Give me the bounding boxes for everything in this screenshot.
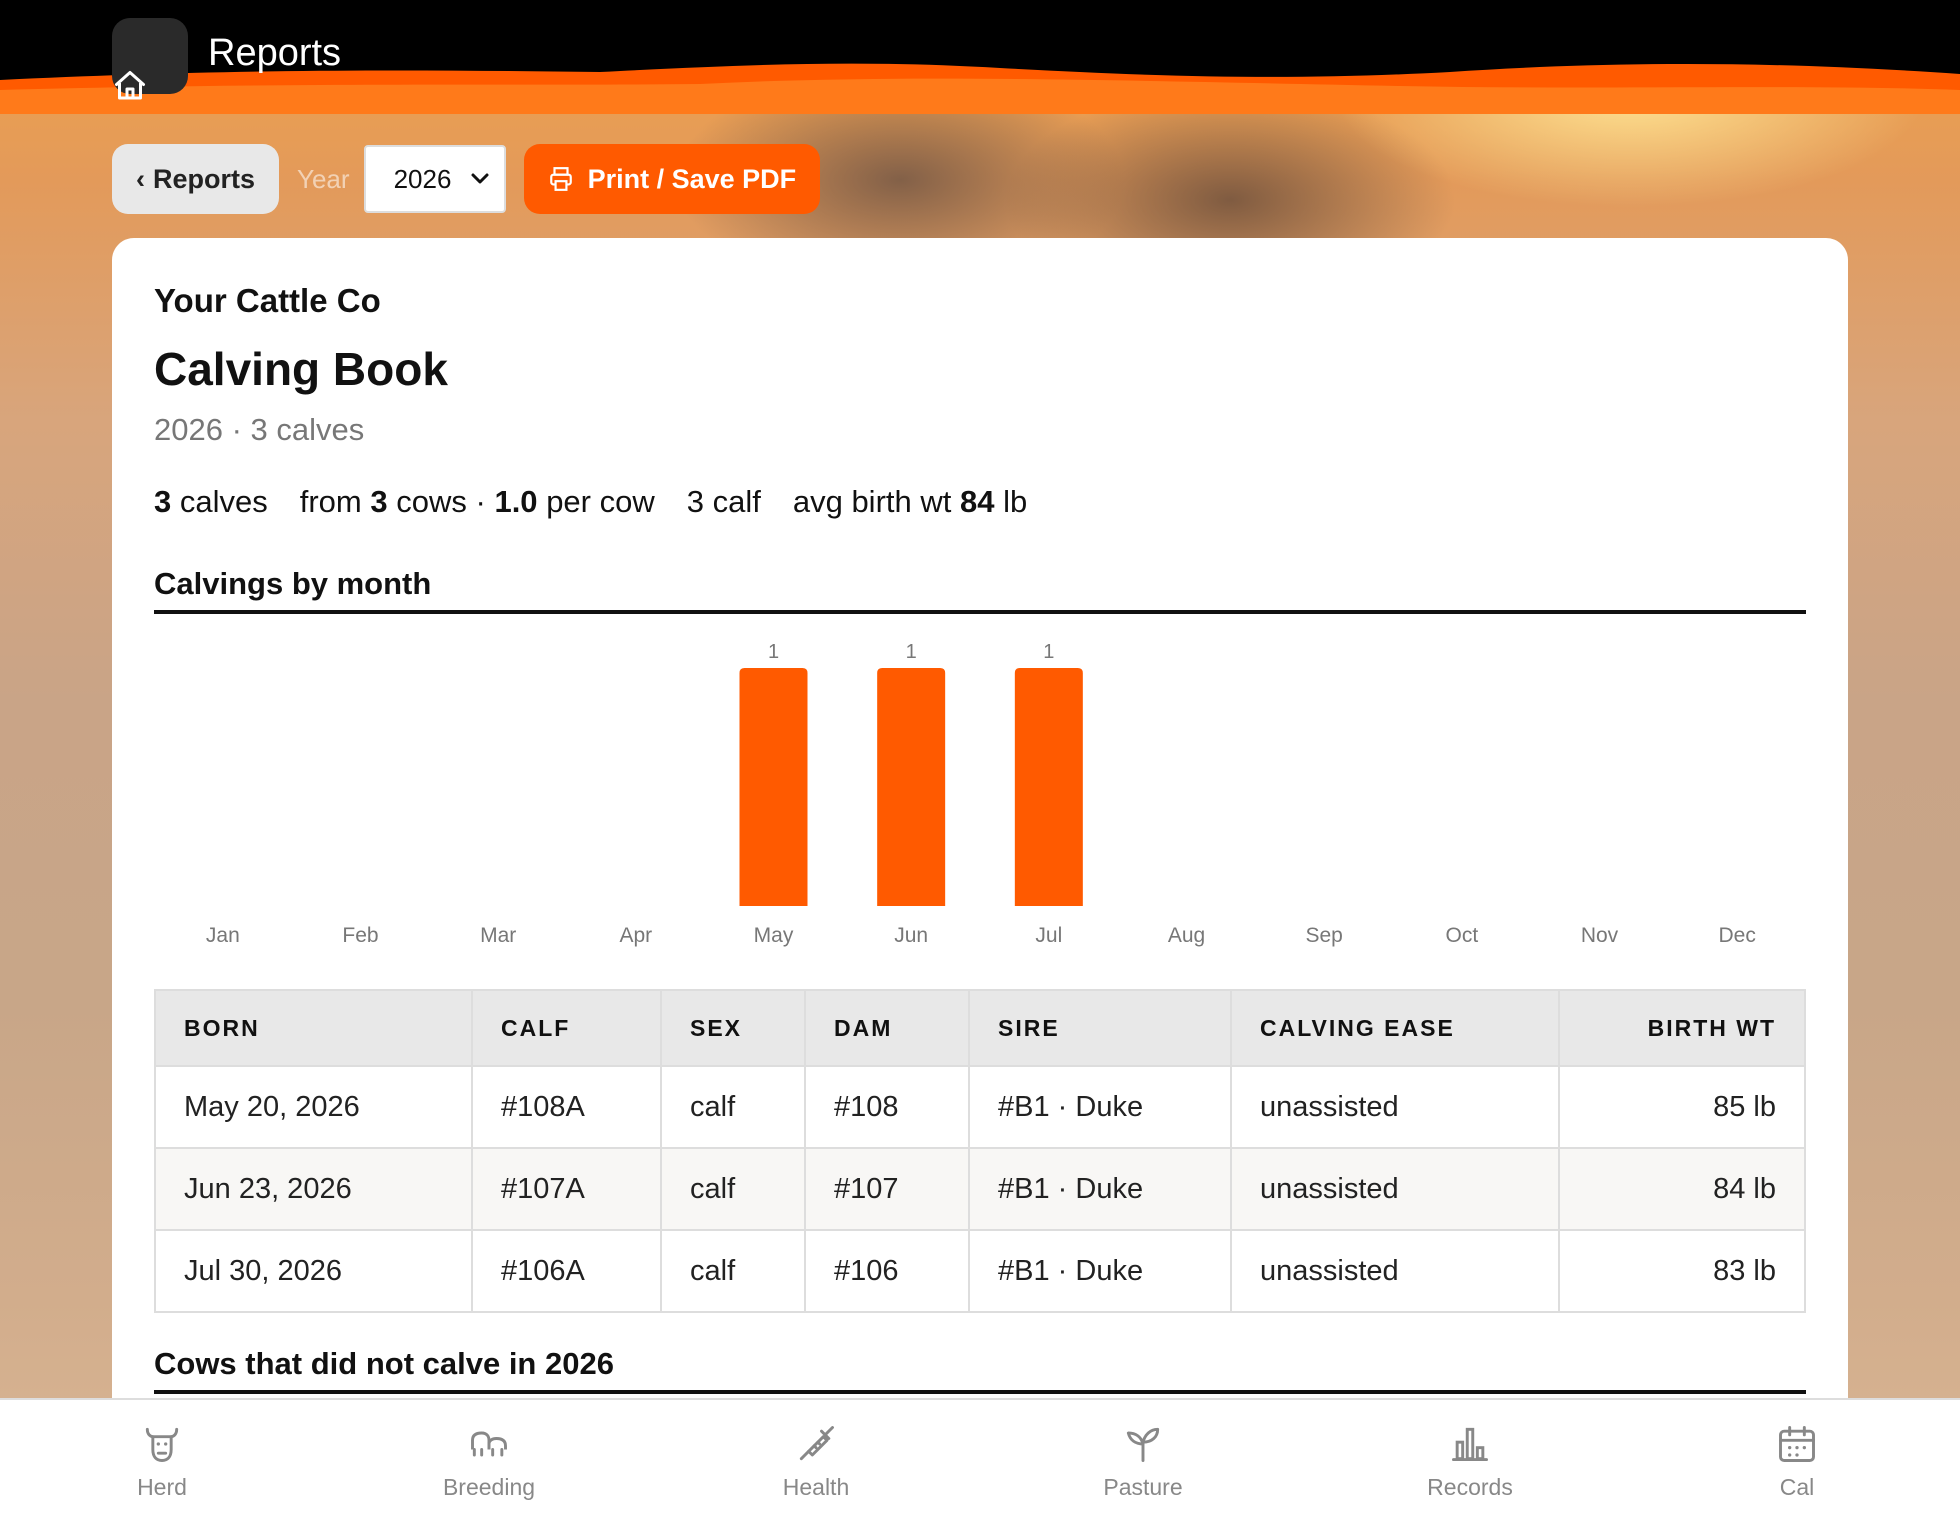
cell-calving-ease: unassisted: [1230, 1065, 1560, 1149]
cell-birth-wt: 84 lb: [1558, 1147, 1806, 1231]
calvings-by-month-chart: Jan Feb Mar Apr 1 May 1 Jun 1 Jul Aug Sep Oct Nov Dec: [206, 641, 1756, 947]
col-dam: DAM: [804, 989, 970, 1067]
nav-calendar[interactable]: Cal: [1717, 1422, 1877, 1501]
bar-jun: [877, 668, 946, 906]
cell-sire: #B1 · Duke: [968, 1229, 1232, 1313]
table-row[interactable]: May 20, 2026 #108A calf #108 #B1 · Duke …: [154, 1065, 1806, 1149]
table-header-row: BORN CALF SEX DAM SIRE CALVING EASE BIRT…: [154, 989, 1806, 1067]
x-tick-label: Feb: [342, 924, 378, 947]
x-tick-label: Aug: [1168, 924, 1205, 947]
x-tick-label: Nov: [1581, 924, 1619, 947]
stat-from-cows: from 3 cows · 1.0 per cow: [299, 484, 655, 519]
page-title: Reports: [208, 32, 342, 74]
calendar-icon: [1779, 1426, 1815, 1462]
home-button[interactable]: [112, 18, 188, 100]
nav-label: Herd: [137, 1474, 187, 1500]
year-select-value: 2026: [393, 163, 452, 194]
printer-icon: [549, 167, 572, 191]
x-tick-label: Mar: [480, 924, 516, 947]
chevron-down-icon: [471, 173, 489, 184]
home-icon: [115, 71, 145, 100]
report-subtitle: 2026 · 3 calves: [154, 412, 365, 447]
year-label: Year: [297, 163, 350, 194]
syringe-icon: [799, 1426, 834, 1461]
x-tick-label: Sep: [1305, 924, 1342, 947]
x-tick-label: May: [754, 924, 794, 947]
back-button-label: Reports: [153, 163, 256, 194]
nav-records[interactable]: Records: [1390, 1422, 1550, 1501]
nav-herd[interactable]: Herd: [82, 1422, 242, 1501]
cell-sire: #B1 · Duke: [968, 1147, 1232, 1231]
year-select[interactable]: 2026: [363, 145, 506, 213]
x-tick-label: Apr: [619, 924, 652, 947]
col-birth-wt: BIRTH WT: [1558, 989, 1806, 1067]
bar-chart-icon: [1452, 1427, 1488, 1462]
table-row[interactable]: Jul 30, 2026 #106A calf #106 #B1 · Duke …: [154, 1229, 1806, 1313]
col-sex: SEX: [660, 989, 806, 1067]
bar-value-label: 1: [906, 641, 917, 663]
breeding-icon: [471, 1431, 507, 1457]
summary-stats: 3 calves from 3 cows · 1.0 per cow 3 cal…: [154, 484, 1806, 520]
cell-dam: #108: [804, 1065, 970, 1149]
chevron-left-icon: ‹: [136, 163, 145, 194]
cell-born: May 20, 2026: [154, 1065, 473, 1149]
nav-breeding[interactable]: Breeding: [409, 1422, 569, 1501]
report-card: Your Cattle Co Calving Book 2026 · 3 cal…: [112, 238, 1848, 1438]
x-tick-label: Jan: [206, 924, 240, 947]
cell-dam: #107: [804, 1147, 970, 1231]
sprout-icon: [1126, 1427, 1160, 1462]
nav-health[interactable]: Health: [736, 1422, 896, 1501]
cell-calf: #108A: [471, 1065, 662, 1149]
bar-value-label: 1: [768, 641, 779, 663]
x-tick-label: Jun: [894, 924, 928, 947]
cow-icon: [145, 1427, 179, 1462]
x-tick-label: Dec: [1718, 924, 1755, 947]
col-born: BORN: [154, 989, 473, 1067]
stat-calf-summary: 3 calf: [686, 484, 761, 519]
back-to-reports-button[interactable]: ‹ Reports: [112, 144, 280, 214]
col-calving-ease: CALVING EASE: [1230, 989, 1560, 1067]
bar-value-label: 1: [1043, 641, 1054, 663]
cell-birth-wt: 83 lb: [1558, 1229, 1806, 1313]
nav-label: Pasture: [1103, 1474, 1183, 1500]
cell-sex: calf: [660, 1229, 806, 1313]
col-sire: SIRE: [968, 989, 1232, 1067]
cell-birth-wt: 85 lb: [1558, 1065, 1806, 1149]
bar-may: [739, 668, 808, 906]
cell-born: Jun 23, 2026: [154, 1147, 473, 1231]
cell-calving-ease: unassisted: [1230, 1229, 1560, 1313]
col-calf: CALF: [471, 989, 662, 1067]
bar-jul: [1014, 668, 1083, 906]
cell-sex: calf: [660, 1147, 806, 1231]
nav-label: Health: [782, 1474, 850, 1500]
table-row[interactable]: Jun 23, 2026 #107A calf #107 #B1 · Duke …: [154, 1147, 1806, 1231]
calvings-table: BORN CALF SEX DAM SIRE CALVING EASE BIRT…: [154, 989, 1806, 1313]
cell-born: Jul 30, 2026: [154, 1229, 473, 1313]
cell-calf: #106A: [471, 1229, 662, 1313]
nav-label: Cal: [1779, 1474, 1815, 1500]
print-button-label: Print / Save PDF: [587, 163, 797, 194]
cell-sire: #B1 · Duke: [968, 1065, 1232, 1149]
print-save-pdf-button[interactable]: Print / Save PDF: [523, 144, 821, 214]
nav-label: Records: [1427, 1474, 1513, 1500]
cell-calf: #107A: [471, 1147, 662, 1231]
company-name: Your Cattle Co: [154, 282, 381, 319]
x-tick-label: Oct: [1445, 924, 1478, 947]
chart-section-title: Calvings by month: [154, 566, 1806, 614]
stat-calves: 3 calves: [154, 484, 268, 519]
cell-sex: calf: [660, 1065, 806, 1149]
nav-label: Breeding: [442, 1474, 536, 1500]
app-header: Reports: [0, 0, 1960, 120]
stat-avg-birth-wt: avg birth wt 84 lb: [792, 484, 1028, 519]
report-title: Calving Book: [154, 343, 448, 395]
cell-calving-ease: unassisted: [1230, 1147, 1560, 1231]
nav-pasture[interactable]: Pasture: [1063, 1422, 1223, 1501]
not-calved-section-title: Cows that did not calve in 2026: [154, 1346, 1806, 1394]
calvings-table-wrap: BORN CALF SEX DAM SIRE CALVING EASE BIRT…: [154, 989, 1806, 1313]
x-tick-label: Jul: [1035, 924, 1062, 947]
bottom-nav: Herd Breeding Health Pasture Records Cal: [0, 1398, 1960, 1520]
report-toolbar: ‹ Reports Year 2026 Print / Save PDF: [112, 144, 821, 214]
cell-dam: #106: [804, 1229, 970, 1313]
